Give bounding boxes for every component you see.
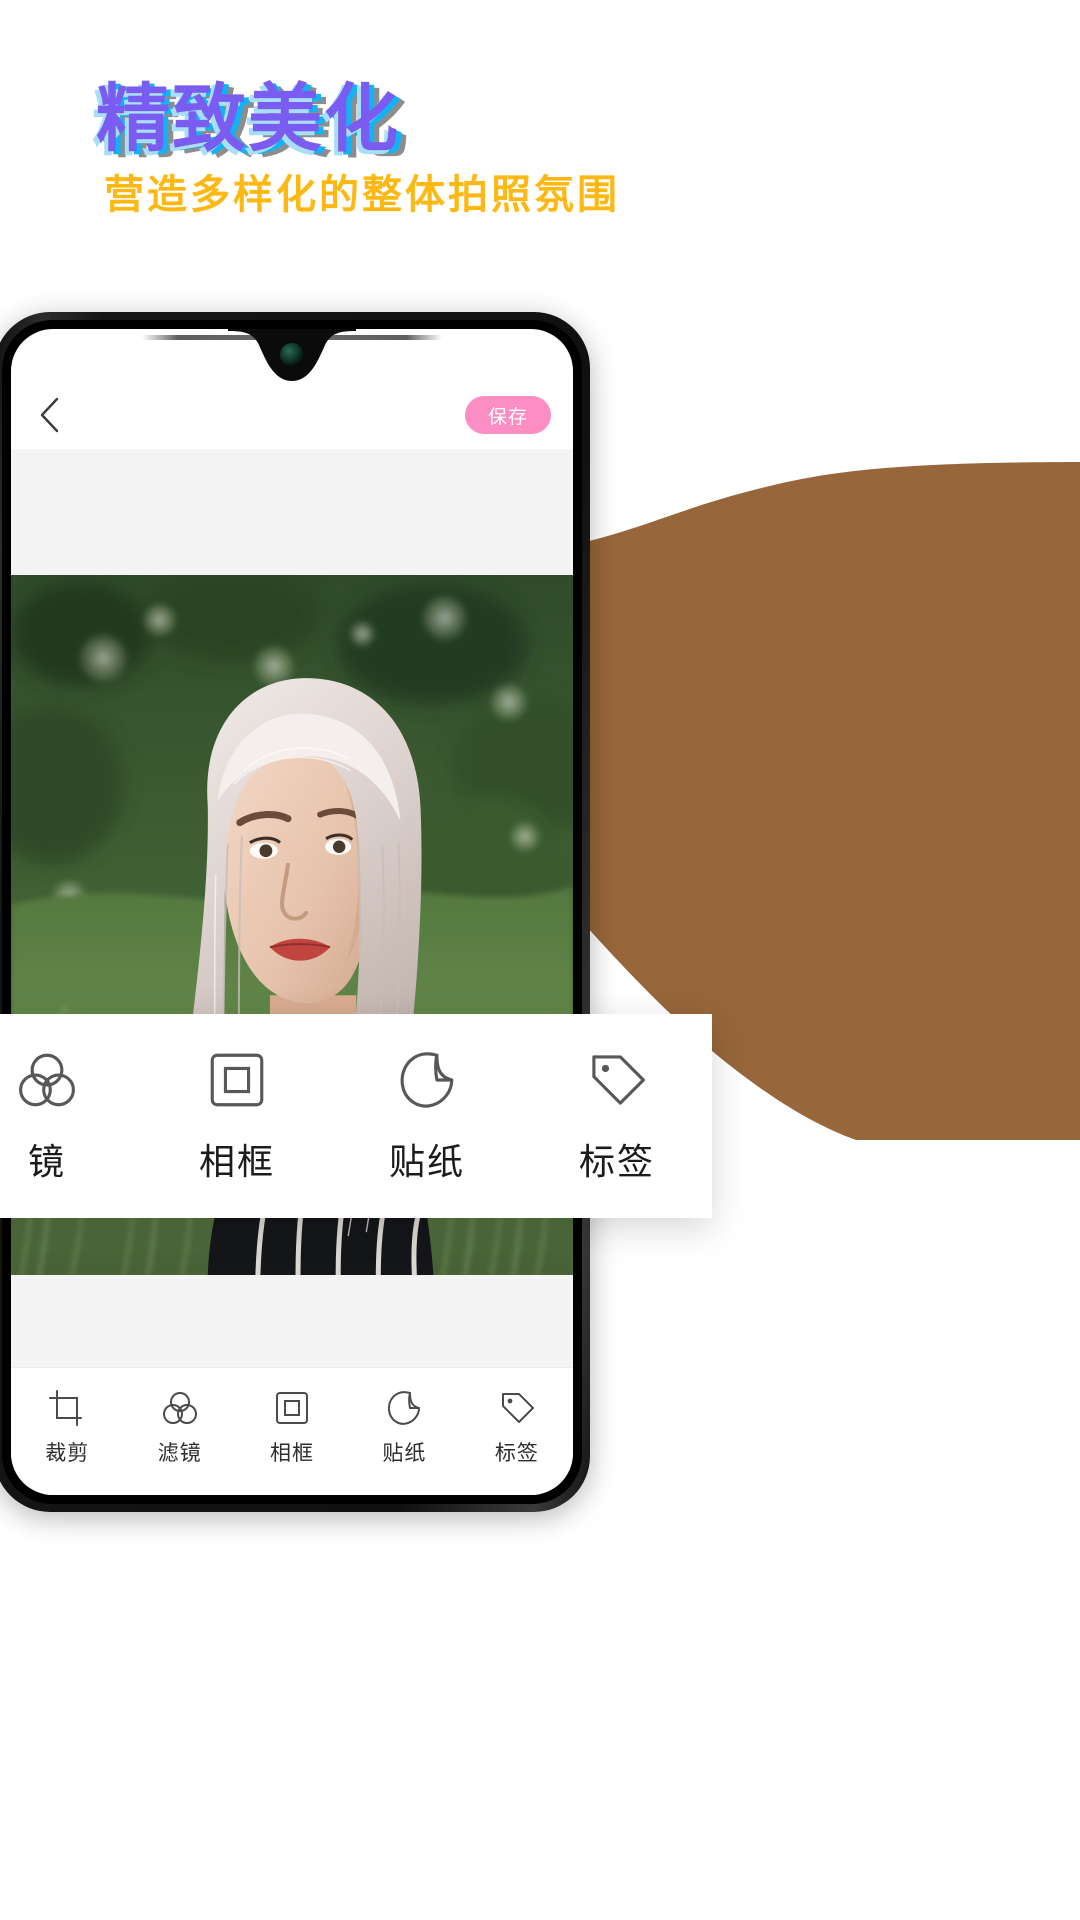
page-title-main: 精致美化	[96, 77, 400, 160]
filter-circles-icon	[19, 1053, 75, 1107]
callout-item-filter-label: 镜	[27, 1141, 66, 1182]
toolbar-item-filter-label: 滤镜	[157, 1442, 202, 1465]
toolbar-item-frame-label: 相框	[270, 1442, 315, 1465]
toolbar-item-tag[interactable]: 标签	[461, 1388, 573, 1467]
filter-circles-icon	[162, 1392, 197, 1424]
tag-icon	[501, 1393, 534, 1423]
callout-item-sticker-label: 贴纸	[388, 1141, 465, 1182]
save-button[interactable]: 保存	[465, 396, 551, 434]
frame-icon	[276, 1392, 309, 1424]
phone-screen: 保存 裁剪 滤镜 相框 贴纸 标签	[11, 329, 573, 1495]
save-button-label: 保存	[487, 406, 528, 428]
toolbar-item-filter[interactable]: 滤镜	[123, 1388, 235, 1467]
toolbar-item-tag-label: 标签	[494, 1442, 539, 1465]
callout-item-frame[interactable]: 相框	[142, 1047, 332, 1185]
phone-mockup: 保存 裁剪 滤镜 相框 贴纸 标签	[0, 312, 590, 1512]
callout-item-tag-label: 标签	[578, 1141, 655, 1182]
sticker-icon	[388, 1391, 421, 1425]
toolbar-item-frame[interactable]: 相框	[236, 1388, 348, 1467]
tag-icon	[592, 1055, 645, 1105]
callout-item-sticker[interactable]: 贴纸	[332, 1047, 522, 1185]
toolbar-item-sticker-label: 贴纸	[382, 1442, 427, 1465]
front-camera-icon	[280, 343, 304, 367]
chevron-left-icon[interactable]	[37, 395, 63, 435]
callout-item-filter[interactable]: 镜	[0, 1047, 142, 1185]
app-header: 保存	[11, 381, 573, 449]
feature-callout-panel: 镜 相框 贴纸 标签	[0, 1014, 712, 1218]
crop-icon	[49, 1390, 83, 1426]
callout-item-frame-label: 相框	[198, 1141, 275, 1182]
toolbar-item-crop[interactable]: 裁剪	[11, 1388, 123, 1467]
editor-canvas[interactable]	[11, 449, 573, 1367]
toolbar-item-sticker[interactable]: 贴纸	[348, 1388, 460, 1467]
toolbar-item-crop-label: 裁剪	[45, 1442, 90, 1465]
frame-icon	[210, 1053, 264, 1107]
editor-toolbar: 裁剪 滤镜 相框 贴纸 标签	[11, 1367, 573, 1495]
callout-item-tag[interactable]: 标签	[522, 1047, 712, 1185]
page-title: 精致美化 精致美化 精致美化 精致美化	[92, 77, 656, 166]
page-subtitle: 营造多样化的整体拍照氛围	[104, 173, 620, 217]
sticker-icon	[400, 1052, 454, 1108]
